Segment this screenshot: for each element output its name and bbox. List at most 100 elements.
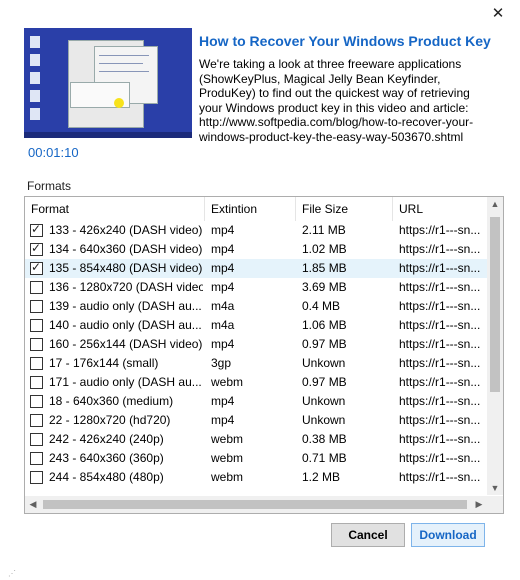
table-row[interactable]: 139 - audio only (DASH au... m4a 0.4 MB htt… <box>25 297 487 316</box>
row-checkbox[interactable] <box>30 357 43 370</box>
cell-file-size: Unkown <box>302 413 346 427</box>
close-button[interactable]: ✕ <box>488 4 508 24</box>
cell-format: 18 - 640x360 (medium) <box>49 394 174 408</box>
checkmark-icon: ✓ <box>31 260 42 274</box>
row-checkbox[interactable] <box>30 414 43 427</box>
table-row[interactable]: ✓ 133 - 426x240 (DASH video) mp4 2.11 MB htt… <box>25 221 487 240</box>
desktop-icon <box>30 72 40 84</box>
row-checkbox[interactable] <box>30 395 43 408</box>
row-checkbox[interactable] <box>30 300 43 313</box>
table-row[interactable]: 22 - 1280x720 (hd720) mp4 Unkown https://r1… <box>25 411 487 430</box>
column-header-url[interactable]: URL <box>393 197 487 221</box>
column-header-format[interactable]: Format <box>25 197 205 221</box>
table-row[interactable]: 140 - audio only (DASH au... m4a 1.06 MB ht… <box>25 316 487 335</box>
cell-url: https://r1---sn... <box>399 375 481 389</box>
row-checkbox[interactable]: ✓ <box>30 241 43 256</box>
cell-extension: mp4 <box>211 242 235 256</box>
cancel-button[interactable]: Cancel <box>331 523 405 547</box>
cell-extension: mp4 <box>211 261 235 275</box>
cell-file-size: Unkown <box>302 394 346 408</box>
cell-format: 17 - 176x144 (small) <box>49 356 159 370</box>
column-header-file-size[interactable]: File Size <box>296 197 393 221</box>
cell-url: https://r1---sn... <box>399 280 481 294</box>
cell-format: 139 - audio only (DASH au... <box>49 299 202 313</box>
table-row[interactable]: 160 - 256x144 (DASH video) mp4 0.97 MB http… <box>25 335 487 354</box>
table-row[interactable]: 136 - 1280x720 (DASH video) mp4 3.69 MB htt… <box>25 278 487 297</box>
table-row[interactable]: 243 - 640x360 (360p) webm 0.71 MB https://r… <box>25 449 487 468</box>
cell-extension: mp4 <box>211 413 235 427</box>
row-checkbox[interactable] <box>30 376 43 389</box>
cell-extension: mp4 <box>211 280 235 294</box>
cell-format: 136 - 1280x720 (DASH video) <box>49 280 203 294</box>
desktop-icon <box>30 108 40 120</box>
horizontal-scroll-thumb[interactable] <box>43 500 467 509</box>
cell-file-size: 1.85 MB <box>302 261 347 275</box>
table-row[interactable]: 242 - 426x240 (240p) webm 0.38 MB https://r… <box>25 430 487 449</box>
cell-file-size: 1.06 MB <box>302 318 347 332</box>
scroll-left-icon[interactable]: ◀ <box>25 496 41 513</box>
cell-extension: m4a <box>211 318 235 332</box>
scroll-up-icon[interactable]: ▲ <box>487 199 503 209</box>
checkmark-icon: ✓ <box>31 222 42 236</box>
cell-file-size: Unkown <box>302 356 346 370</box>
formats-table[interactable]: Format Extintion File Size URL ✓ 133 - 42… <box>24 196 504 514</box>
row-checkbox[interactable] <box>30 338 43 351</box>
checkmark-icon: ✓ <box>31 241 42 255</box>
table-row[interactable]: 18 - 640x360 (medium) mp4 Unkown https://r1… <box>25 392 487 411</box>
vertical-scrollbar[interactable]: ▲ ▼ <box>487 197 503 495</box>
video-thumbnail <box>24 28 192 138</box>
cell-url: https://r1---sn... <box>399 261 481 275</box>
cell-file-size: 3.69 MB <box>302 280 347 294</box>
cell-url: https://r1---sn... <box>399 470 481 484</box>
formats-label: Formats <box>27 179 72 193</box>
cell-url: https://r1---sn... <box>399 337 481 351</box>
cell-file-size: 0.71 MB <box>302 451 347 465</box>
table-row[interactable]: ✓ 134 - 640x360 (DASH video) mp4 1.02 MB htt… <box>25 240 487 259</box>
cell-format: 242 - 426x240 (240p) <box>49 432 164 446</box>
video-description: We're taking a look at three freeware ap… <box>199 57 474 144</box>
cell-format: 135 - 854x480 (DASH video) <box>49 261 203 275</box>
video-duration: 00:01:10 <box>28 145 79 160</box>
cell-file-size: 0.38 MB <box>302 432 347 446</box>
cell-url: https://r1---sn... <box>399 413 481 427</box>
cell-file-size: 1.02 MB <box>302 242 347 256</box>
row-checkbox[interactable] <box>30 281 43 294</box>
cell-format: 171 - audio only (DASH au... <box>49 375 202 389</box>
row-checkbox[interactable]: ✓ <box>30 222 43 237</box>
cell-format: 134 - 640x360 (DASH video) <box>49 242 203 256</box>
row-checkbox[interactable] <box>30 452 43 465</box>
row-checkbox[interactable]: ✓ <box>30 260 43 275</box>
row-checkbox[interactable] <box>30 319 43 332</box>
resize-grip-icon[interactable]: ⋰ <box>8 569 16 578</box>
thumbnail-taskbar <box>24 132 192 138</box>
cell-file-size: 0.97 MB <box>302 375 347 389</box>
scroll-right-icon[interactable]: ▶ <box>471 496 487 513</box>
table-row[interactable]: 171 - audio only (DASH au... webm 0.97 MB h… <box>25 373 487 392</box>
table-row[interactable]: 244 - 854x480 (480p) webm 1.2 MB https://r1… <box>25 468 487 487</box>
vertical-scroll-thumb[interactable] <box>490 217 500 392</box>
scrollbar-corner <box>487 496 503 513</box>
cell-extension: webm <box>211 375 244 389</box>
cell-format: 243 - 640x360 (360p) <box>49 451 164 465</box>
download-button[interactable]: Download <box>411 523 485 547</box>
horizontal-scrollbar[interactable]: ◀ ▶ <box>25 496 487 513</box>
row-checkbox[interactable] <box>30 471 43 484</box>
column-header-extension[interactable]: Extintion <box>205 197 296 221</box>
close-icon: ✕ <box>491 5 505 22</box>
row-checkbox[interactable] <box>30 433 43 446</box>
table-row[interactable]: 17 - 176x144 (small) 3gp Unkown https://r1-… <box>25 354 487 373</box>
cell-extension: mp4 <box>211 223 235 237</box>
scroll-down-icon[interactable]: ▼ <box>487 483 503 493</box>
cell-url: https://r1---sn... <box>399 242 481 256</box>
cell-format: 160 - 256x144 (DASH video) <box>49 337 203 351</box>
cursor-highlight <box>114 98 124 108</box>
cell-url: https://r1---sn... <box>399 432 481 446</box>
cell-file-size: 0.4 MB <box>302 299 341 313</box>
cell-extension: mp4 <box>211 337 235 351</box>
cell-extension: mp4 <box>211 394 235 408</box>
table-row[interactable]: ✓ 135 - 854x480 (DASH video) mp4 1.85 MB htt… <box>25 259 487 278</box>
video-title: How to Recover Your Windows Product Key <box>199 33 491 49</box>
cell-url: https://r1---sn... <box>399 451 481 465</box>
cell-file-size: 2.11 MB <box>302 223 346 237</box>
cell-file-size: 1.2 MB <box>302 470 341 484</box>
